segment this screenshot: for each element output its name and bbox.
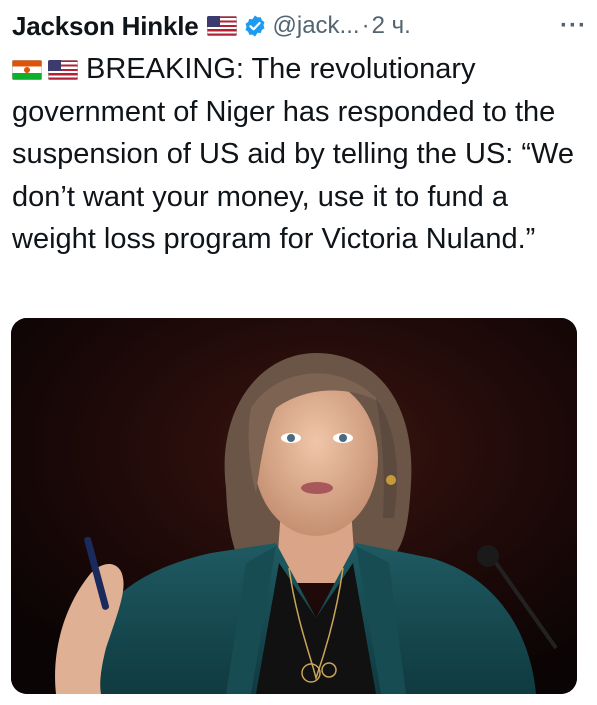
tweet-body: BREAKING: The revolutionary government o… bbox=[12, 48, 590, 261]
woman-at-hearing-photo bbox=[11, 318, 577, 694]
tweet-timestamp[interactable]: 2 ч. bbox=[372, 12, 411, 40]
niger-flag-icon bbox=[12, 60, 42, 80]
author-handle[interactable]: @jack... bbox=[273, 12, 360, 40]
author-name[interactable]: Jackson Hinkle bbox=[12, 11, 199, 42]
tweet-header: Jackson Hinkle @jack... · 2 ч. ··· bbox=[12, 6, 587, 46]
verified-badge-icon bbox=[245, 15, 265, 37]
more-options-icon[interactable]: ··· bbox=[560, 12, 587, 40]
us-flag-icon bbox=[206, 16, 237, 36]
tweet-photo[interactable] bbox=[11, 318, 577, 694]
tweet-text: BREAKING: The revolutionary government o… bbox=[12, 53, 575, 255]
separator-dot: · bbox=[361, 12, 370, 39]
us-flag-icon bbox=[48, 60, 78, 80]
